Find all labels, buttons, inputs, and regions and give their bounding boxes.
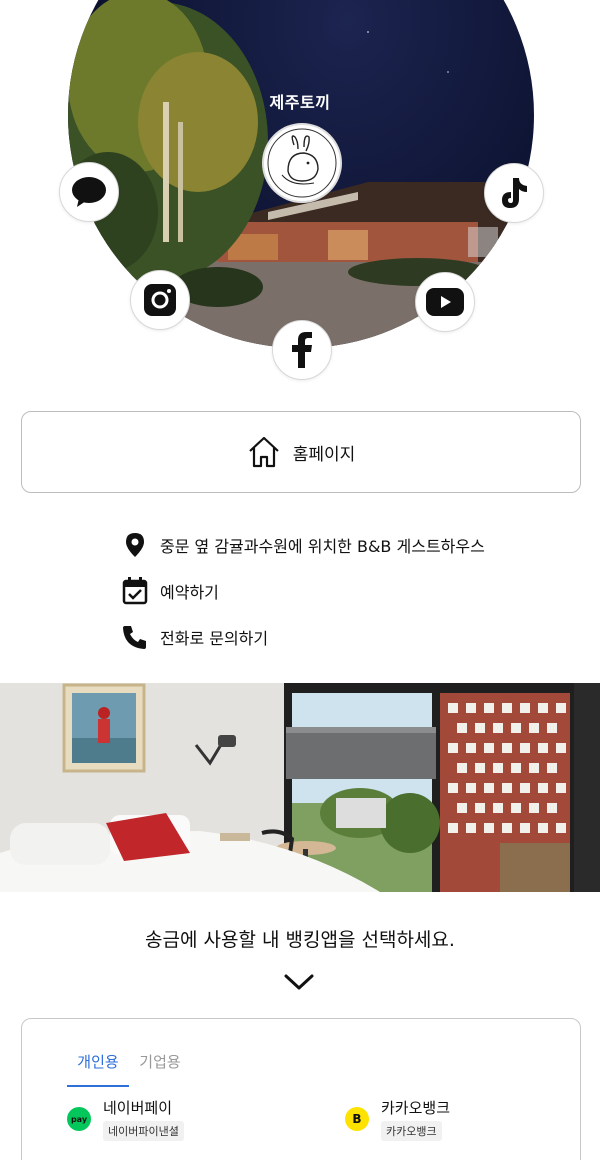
homepage-label: 홈페이지 — [292, 444, 356, 465]
youtube-icon — [426, 288, 464, 316]
location-pin-icon — [120, 530, 150, 560]
naverpay-icon: pay — [67, 1107, 91, 1131]
rabbit-logo-icon — [267, 128, 337, 198]
bank-name: 네이버페이 — [103, 1099, 173, 1117]
homepage-button[interactable]: 홈페이지 — [21, 411, 581, 493]
tab-personal[interactable]: 개인용 — [67, 1051, 129, 1087]
chevron-down-icon[interactable] — [283, 972, 315, 996]
bank-provider-badge: 네이버파이낸셜 — [103, 1121, 184, 1141]
facebook-icon — [292, 332, 312, 368]
kakaobank-icon: B — [345, 1107, 369, 1131]
bank-name: 카카오뱅크 — [381, 1099, 451, 1117]
tab-business[interactable]: 기업용 — [129, 1051, 191, 1087]
instagram-icon — [144, 284, 176, 316]
room-photo — [0, 683, 600, 892]
calendar-check-icon — [120, 576, 150, 606]
hero-section: 제주토끼 — [0, 0, 600, 390]
kakaotalk-icon — [72, 177, 106, 207]
banking-card: 개인용 기업용 pay 네이버페이 네이버파이낸셜 B 카카오뱅크 카카오뱅크 — [21, 1018, 581, 1160]
location-row: 중문 옆 감귤과수원에 위치한 B&B 게스트하우스 — [120, 522, 485, 568]
reserve-link[interactable]: 예약하기 — [120, 568, 485, 614]
banking-title: 송금에 사용할 내 뱅킹앱을 선택하세요. — [145, 929, 455, 951]
phone-icon — [120, 622, 150, 652]
bank-item-naverpay[interactable]: pay 네이버페이 네이버파이낸셜 — [67, 1099, 184, 1141]
phone-label: 전화로 문의하기 — [160, 629, 269, 648]
home-icon — [248, 436, 279, 468]
reserve-label: 예약하기 — [160, 583, 219, 602]
banking-tabs: 개인용 기업용 — [67, 1051, 191, 1087]
bank-provider-badge: 카카오뱅크 — [381, 1121, 442, 1141]
bank-item-kakaobank[interactable]: B 카카오뱅크 카카오뱅크 — [345, 1099, 450, 1141]
youtube-button[interactable] — [415, 272, 475, 332]
location-text: 중문 옆 감귤과수원에 위치한 B&B 게스트하우스 — [160, 537, 485, 556]
facebook-button[interactable] — [272, 320, 332, 380]
kakaotalk-button[interactable] — [59, 162, 119, 222]
info-list: 중문 옆 감귤과수원에 위치한 B&B 게스트하우스 예약하기 전화로 문의하기 — [120, 522, 485, 660]
tiktok-icon — [502, 178, 527, 208]
phone-link[interactable]: 전화로 문의하기 — [120, 614, 485, 660]
instagram-button[interactable] — [130, 270, 190, 330]
brand-title: 제주토끼 — [269, 93, 331, 112]
brand-logo — [262, 123, 342, 203]
tiktok-button[interactable] — [484, 163, 544, 223]
